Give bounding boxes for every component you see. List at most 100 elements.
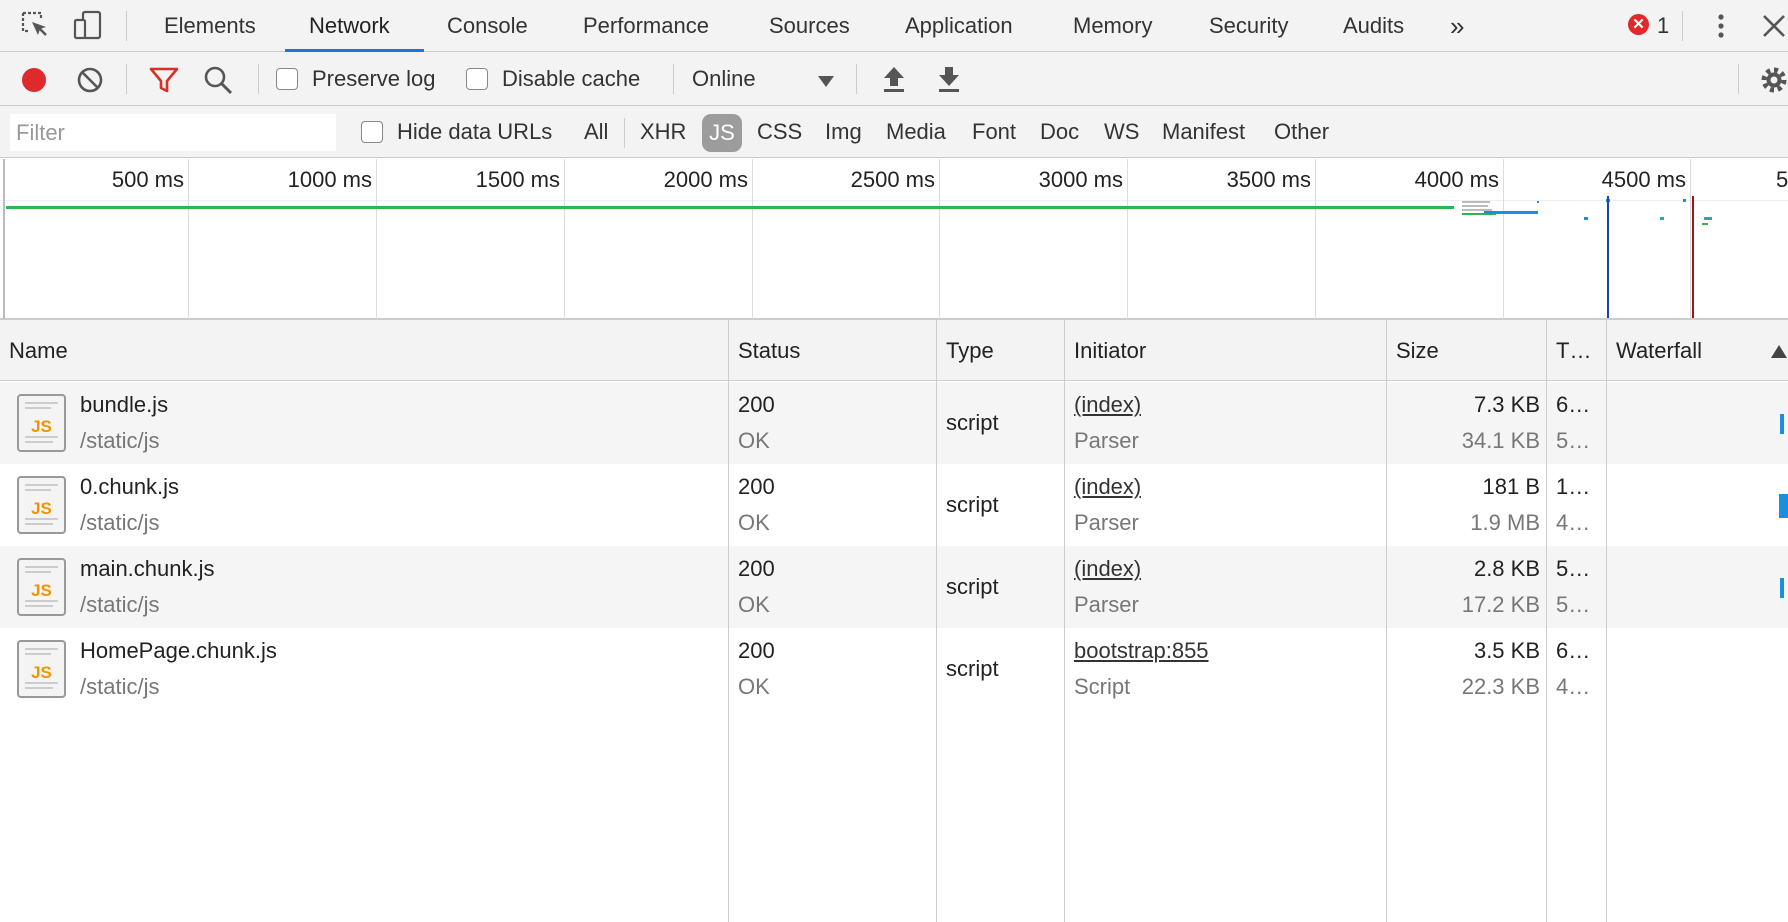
hide-data-urls-checkbox[interactable] xyxy=(361,121,383,143)
column-divider[interactable] xyxy=(1386,320,1387,922)
table-row[interactable]: JS bundle.js /static/js 200 OK script (i… xyxy=(0,382,1788,464)
error-icon[interactable]: ✕ xyxy=(1628,14,1649,35)
request-name[interactable]: main.chunk.js xyxy=(80,556,215,582)
tab-memory[interactable]: Memory xyxy=(1073,0,1152,52)
tab-application[interactable]: Application xyxy=(905,0,1013,52)
tab-performance[interactable]: Performance xyxy=(583,0,709,52)
initiator-link[interactable]: (index) xyxy=(1074,474,1141,500)
status-code: 200 xyxy=(738,392,775,417)
preserve-log-label[interactable]: Preserve log xyxy=(312,52,436,106)
column-header-name[interactable]: Name xyxy=(0,320,729,381)
request-type: script xyxy=(946,410,999,435)
waterfall-bar xyxy=(1780,578,1784,598)
request-name[interactable]: bundle.js xyxy=(80,392,168,418)
throttling-select[interactable]: Online xyxy=(692,52,756,106)
toolbar-divider xyxy=(1738,64,1739,94)
table-header: Name Status Type Initiator Size T… Water… xyxy=(0,320,1788,381)
status-text: OK xyxy=(738,510,770,535)
table-row[interactable]: JS 0.chunk.js /static/js 200 OK script (… xyxy=(0,464,1788,546)
status-code: 200 xyxy=(738,474,775,499)
filter-type-doc[interactable]: Doc xyxy=(1040,106,1079,158)
hide-data-urls-label[interactable]: Hide data URLs xyxy=(397,106,552,158)
column-header-waterfall[interactable]: Waterfall xyxy=(1607,320,1757,381)
filter-type-manifest[interactable]: Manifest xyxy=(1162,106,1245,158)
device-toolbar-icon[interactable] xyxy=(72,10,104,42)
initiator-link[interactable]: (index) xyxy=(1074,392,1141,418)
filter-type-img[interactable]: Img xyxy=(825,106,862,158)
request-path: /static/js xyxy=(80,592,160,617)
filter-input[interactable] xyxy=(10,114,336,151)
filter-type-ws[interactable]: WS xyxy=(1104,106,1139,158)
disable-cache-label[interactable]: Disable cache xyxy=(502,52,640,106)
waterfall-bar xyxy=(1780,414,1784,434)
request-latency: 4… xyxy=(1556,674,1591,699)
filter-type-media[interactable]: Media xyxy=(886,106,946,158)
initiator-link[interactable]: bootstrap:855 xyxy=(1074,638,1209,664)
transfer-size: 2.8 KB xyxy=(1473,556,1540,581)
column-divider[interactable] xyxy=(936,320,937,922)
column-divider[interactable] xyxy=(1546,320,1547,922)
kebab-menu-icon[interactable] xyxy=(1705,10,1737,42)
table-row[interactable]: JS HomePage.chunk.js /static/js 200 OK s… xyxy=(0,628,1788,710)
request-name[interactable]: HomePage.chunk.js xyxy=(80,638,277,664)
tab-audits[interactable]: Audits xyxy=(1343,0,1404,52)
request-path: /static/js xyxy=(80,510,160,535)
js-file-icon: JS xyxy=(17,394,66,452)
close-icon[interactable] xyxy=(1758,10,1788,42)
column-divider[interactable] xyxy=(1064,320,1065,922)
chevron-down-icon[interactable] xyxy=(810,66,842,98)
filter-type-other[interactable]: Other xyxy=(1274,106,1329,158)
overview-waiting-bar xyxy=(6,206,1454,209)
request-name[interactable]: 0.chunk.js xyxy=(80,474,179,500)
settings-gear-icon[interactable] xyxy=(1758,64,1788,96)
request-latency: 4… xyxy=(1556,510,1591,535)
js-file-icon: JS xyxy=(17,476,66,534)
column-header-time[interactable]: T… xyxy=(1547,320,1607,381)
resource-size: 17.2 KB xyxy=(1461,592,1540,617)
column-header-initiator[interactable]: Initiator xyxy=(1065,320,1387,381)
inspect-element-icon[interactable] xyxy=(20,10,52,42)
table-row[interactable]: JS main.chunk.js /static/js 200 OK scrip… xyxy=(0,546,1788,628)
filter-type-all[interactable]: All xyxy=(584,106,608,158)
request-latency: 5… xyxy=(1556,592,1591,617)
waterfall-bar xyxy=(1779,494,1788,518)
filter-divider xyxy=(624,118,625,148)
svg-text:JS: JS xyxy=(31,417,52,436)
dom-content-loaded-line xyxy=(1607,196,1609,318)
tab-console[interactable]: Console xyxy=(447,0,528,52)
request-path: /static/js xyxy=(80,428,160,453)
import-har-icon[interactable] xyxy=(878,63,910,95)
more-tabs-icon[interactable]: » xyxy=(1450,0,1464,52)
tab-elements[interactable]: Elements xyxy=(164,0,256,52)
clear-icon[interactable] xyxy=(74,64,106,96)
toolbar-divider xyxy=(856,64,857,94)
devtools-tab-bar: Elements Network Console Performance Sou… xyxy=(0,0,1788,52)
sort-ascending-icon[interactable] xyxy=(1768,342,1788,360)
tab-network[interactable]: Network xyxy=(309,0,390,52)
initiator-link[interactable]: (index) xyxy=(1074,556,1141,582)
status-text: OK xyxy=(738,428,770,453)
tab-security[interactable]: Security xyxy=(1209,0,1288,52)
overview-request-bar xyxy=(1660,217,1664,220)
request-time: 1… xyxy=(1556,474,1591,499)
search-icon[interactable] xyxy=(202,64,234,96)
disable-cache-checkbox[interactable] xyxy=(466,68,488,90)
overview-timeline[interactable]: 500 ms 1000 ms 1500 ms 2000 ms 2500 ms 3… xyxy=(0,159,1788,320)
column-header-status[interactable]: Status xyxy=(729,320,937,381)
filter-icon[interactable] xyxy=(148,64,180,96)
request-time: 6… xyxy=(1556,392,1591,417)
column-divider[interactable] xyxy=(1606,320,1607,922)
column-divider[interactable] xyxy=(728,320,729,922)
overview-request-bar xyxy=(1462,205,1488,207)
export-har-icon[interactable] xyxy=(933,63,965,95)
tab-sources[interactable]: Sources xyxy=(769,0,850,52)
column-header-size[interactable]: Size xyxy=(1387,320,1547,381)
filter-type-xhr[interactable]: XHR xyxy=(640,106,686,158)
record-icon[interactable] xyxy=(18,64,50,96)
preserve-log-checkbox[interactable] xyxy=(276,68,298,90)
error-count[interactable]: 1 xyxy=(1657,0,1669,52)
filter-type-font[interactable]: Font xyxy=(972,106,1016,158)
filter-type-js[interactable]: JS xyxy=(702,114,742,152)
column-header-type[interactable]: Type xyxy=(937,320,1065,381)
filter-type-css[interactable]: CSS xyxy=(757,106,802,158)
